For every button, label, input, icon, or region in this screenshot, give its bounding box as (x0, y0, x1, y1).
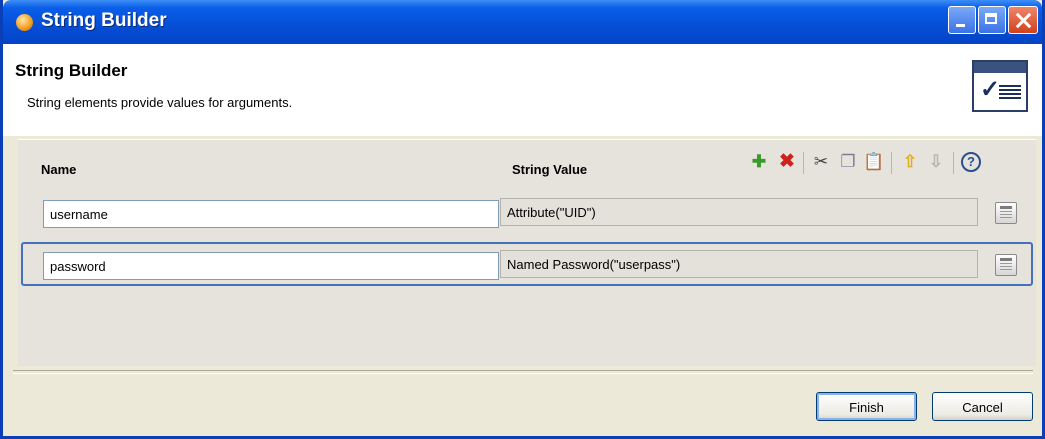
minimize-button[interactable] (948, 6, 976, 34)
maximize-button[interactable] (978, 6, 1006, 34)
string-editor-icon[interactable] (995, 202, 1017, 224)
copy-icon[interactable]: ❐ (836, 149, 860, 175)
divider (13, 370, 1033, 374)
string-value-field-username[interactable]: Attribute("UID") (500, 198, 978, 226)
string-builder-window: String Builder String Builder String ele… (0, 0, 1045, 439)
header-banner: String Builder String elements provide v… (3, 44, 1042, 137)
finish-button[interactable]: Finish (816, 392, 917, 421)
cancel-button[interactable]: Cancel (932, 392, 1033, 421)
title-bar[interactable]: String Builder (3, 0, 1042, 44)
move-up-icon[interactable]: ⇧ (898, 149, 922, 175)
delete-icon[interactable]: ✖ (775, 149, 799, 175)
app-icon (16, 14, 33, 31)
name-field-username[interactable]: username (43, 200, 499, 228)
column-header-name: Name (41, 162, 77, 177)
paste-icon[interactable]: 📋 (862, 149, 886, 175)
column-header-string-value: String Value (512, 162, 588, 177)
move-down-icon[interactable]: ⇩ (924, 149, 948, 175)
table-toolbar: ✚ ✖ ✂ ❐ 📋 ⇧ ⇩ ? (747, 149, 1032, 177)
content-area: Name String Value ✚ ✖ ✂ ❐ 📋 ⇧ ⇩ ? userna… (3, 136, 1042, 372)
banner-description: String elements provide values for argum… (27, 95, 293, 110)
help-icon[interactable]: ? (959, 149, 983, 175)
cut-icon[interactable]: ✂ (809, 149, 833, 175)
banner-title: String Builder (15, 61, 128, 80)
checklist-icon: ✓ (972, 60, 1028, 112)
close-button[interactable] (1008, 6, 1038, 34)
add-icon[interactable]: ✚ (747, 149, 771, 175)
selected-row-highlight (21, 242, 1033, 286)
window-title: String Builder (41, 10, 167, 31)
